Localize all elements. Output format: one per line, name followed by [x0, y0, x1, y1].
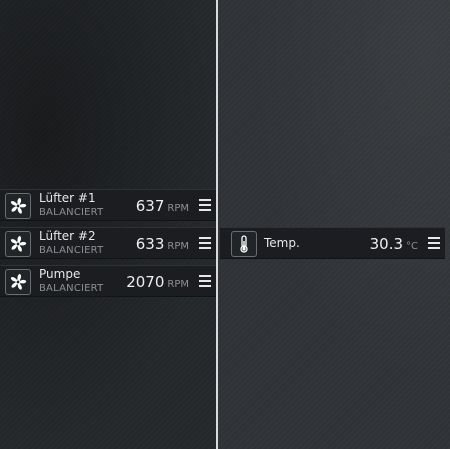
tile-unit: RPM	[167, 203, 189, 214]
temperature-tile[interactable]: Temp. 30.3 °C	[220, 227, 445, 259]
tile-value: 2070	[126, 273, 165, 291]
thermometer-icon	[231, 231, 257, 257]
fan-icon	[5, 193, 31, 219]
tile-title: Lüfter #2	[39, 229, 96, 243]
tile-value: 30.3	[369, 235, 404, 253]
tile-status: BALANCIERT	[39, 245, 104, 256]
tile-unit: RPM	[167, 279, 189, 290]
tile-reading: 2070 RPM	[126, 272, 189, 291]
tile-value: 633	[135, 235, 165, 253]
tile-title: Pumpe	[39, 267, 81, 281]
fan-2-tile[interactable]: Lüfter #2 BALANCIERT 633 RPM	[0, 227, 216, 259]
tile-unit: °C	[406, 241, 418, 252]
fan-icon	[5, 231, 31, 257]
hamburger-menu-icon[interactable]	[199, 275, 211, 287]
tile-unit: RPM	[167, 241, 189, 252]
fan-icon	[5, 269, 31, 295]
fan-1-tile[interactable]: Lüfter #1 BALANCIERT 637 RPM	[0, 189, 216, 221]
tile-title: Temp.	[264, 236, 300, 250]
tile-status: BALANCIERT	[39, 207, 104, 218]
left-panel	[0, 0, 216, 449]
tile-value: 637	[135, 197, 165, 215]
pump-tile[interactable]: Pumpe BALANCIERT 2070 RPM	[0, 265, 216, 297]
hamburger-menu-icon[interactable]	[428, 237, 440, 249]
hamburger-menu-icon[interactable]	[199, 237, 211, 249]
tile-title: Lüfter #1	[39, 191, 96, 205]
tile-reading: 30.3 °C	[370, 234, 418, 253]
tile-reading: 633 RPM	[136, 234, 189, 253]
tile-reading: 637 RPM	[136, 196, 189, 215]
right-panel	[218, 0, 450, 449]
tile-status: BALANCIERT	[39, 283, 104, 294]
hamburger-menu-icon[interactable]	[199, 199, 211, 211]
